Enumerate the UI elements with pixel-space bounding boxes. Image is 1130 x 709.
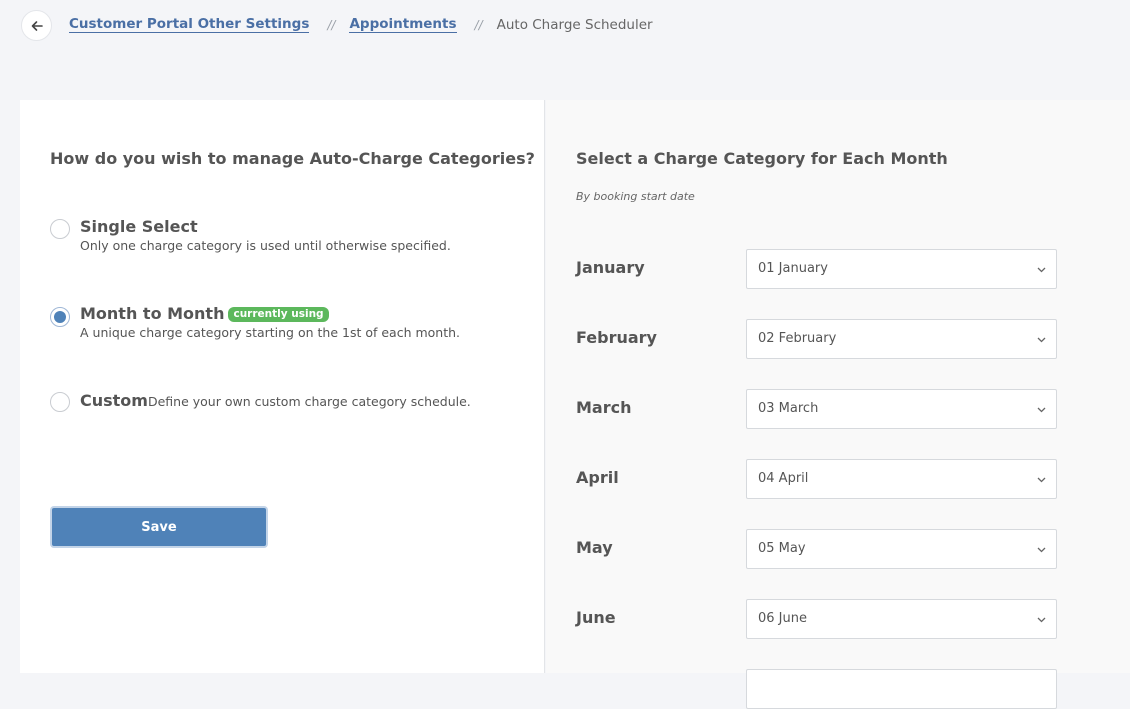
april-category-select[interactable]: 04 April [746, 459, 1057, 499]
top-bar: Customer Portal Other Settings // Appoin… [0, 0, 1130, 100]
chevron-down-icon [1037, 477, 1046, 483]
select-value: 04 April [758, 471, 809, 486]
option-custom[interactable]: CustomDefine your own custom charge cate… [50, 391, 530, 415]
save-button[interactable]: Save [50, 506, 268, 548]
month-schedule-title: Select a Charge Category for Each Month [576, 149, 948, 168]
month-row-january: January 01 January [576, 249, 1096, 289]
february-category-select[interactable]: 02 February [746, 319, 1057, 359]
select-value: 01 January [758, 261, 828, 276]
manage-options-panel: How do you wish to manage Auto-Charge Ca… [20, 100, 545, 673]
arrow-left-icon [31, 20, 43, 31]
breadcrumb-current: Auto Charge Scheduler [496, 17, 653, 33]
may-category-select[interactable]: 05 May [746, 529, 1057, 569]
select-value: 06 June [758, 611, 807, 626]
chevron-down-icon [1037, 267, 1046, 273]
month-schedule-panel: Select a Charge Category for Each Month … [546, 100, 1130, 709]
option-title: Month to Month [80, 304, 225, 323]
back-button[interactable] [21, 10, 52, 41]
breadcrumb-separator: // [474, 18, 483, 32]
custom-radio[interactable] [50, 392, 70, 412]
custom-row: CustomDefine your own custom charge cate… [80, 391, 471, 410]
option-title: Single Select [80, 217, 198, 236]
month-label: June [576, 608, 616, 627]
breadcrumb-separator: // [327, 18, 336, 32]
month-row-march: March 03 March [576, 389, 1096, 429]
breadcrumb-customer-portal-other-settings[interactable]: Customer Portal Other Settings [69, 17, 310, 33]
status-badge: currently using [228, 307, 329, 322]
option-title: Custom [80, 391, 148, 410]
month-row-april: April 04 April [576, 459, 1096, 499]
month-label: March [576, 398, 632, 417]
month-row-june: June 06 June [576, 599, 1096, 639]
chevron-down-icon [1037, 407, 1046, 413]
month-row-next [576, 669, 1096, 709]
chevron-down-icon [1037, 337, 1046, 343]
june-category-select[interactable]: 06 June [746, 599, 1057, 639]
chevron-down-icon [1037, 547, 1046, 553]
month-label: April [576, 468, 619, 487]
schedule-subtitle: By booking start date [576, 190, 695, 203]
select-value: 05 May [758, 541, 806, 556]
chevron-down-icon [1037, 617, 1046, 623]
option-month-to-month[interactable]: Month to Month currently using A unique c… [50, 304, 530, 344]
option-description: Only one charge category is used until o… [80, 238, 451, 253]
option-description: A unique charge category starting on the… [80, 325, 461, 340]
month-to-month-radio[interactable] [50, 307, 70, 327]
option-description: Define your own custom charge category s… [147, 394, 471, 409]
month-label: February [576, 328, 657, 347]
option-title-row: Month to Month currently using [80, 304, 329, 323]
breadcrumb-appointments[interactable]: Appointments [349, 17, 457, 33]
month-label: January [576, 258, 645, 277]
month-row-february: February 02 February [576, 319, 1096, 359]
next-month-category-select[interactable] [746, 669, 1057, 709]
march-category-select[interactable]: 03 March [746, 389, 1057, 429]
breadcrumb: Customer Portal Other Settings // Appoin… [69, 16, 653, 34]
january-category-select[interactable]: 01 January [746, 249, 1057, 289]
manage-question-title: How do you wish to manage Auto-Charge Ca… [50, 149, 535, 168]
month-row-may: May 05 May [576, 529, 1096, 569]
single-select-radio[interactable] [50, 219, 70, 239]
month-label: May [576, 538, 613, 557]
option-single-select[interactable]: Single Select Only one charge category i… [50, 217, 530, 257]
select-value: 02 February [758, 331, 837, 346]
select-value: 03 March [758, 401, 819, 416]
